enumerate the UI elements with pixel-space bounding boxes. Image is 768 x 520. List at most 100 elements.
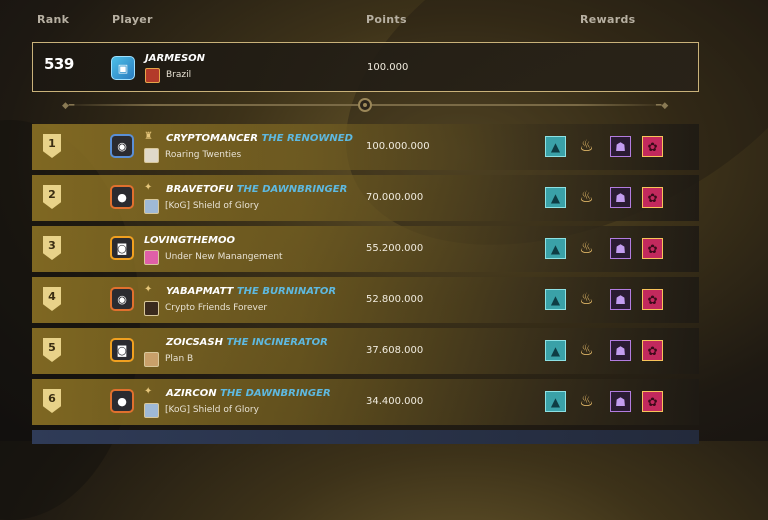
player-name: BRAVETOFU	[166, 184, 234, 195]
player-title: THE BURNINATOR	[236, 286, 337, 297]
chevron-crest-icon[interactable]: ▲	[545, 391, 566, 412]
player-guild: [KoG] Shield of Glory	[165, 201, 259, 211]
guild-emblem-icon	[144, 352, 159, 367]
points-column-header: Points	[366, 13, 407, 26]
leaderboard-row[interactable]: 1 ◉ ♜ CRYPTOMANCER THE RENOWNED Roaring …	[32, 124, 699, 170]
leaderboard-row[interactable]: 6 ● ✦ AZIRCON THE DAWNBRINGER [KoG] Shie…	[32, 379, 699, 425]
chevron-crest-icon[interactable]: ▲	[545, 187, 566, 208]
chevron-crest-icon[interactable]: ▲	[545, 340, 566, 361]
player-name-line: BRAVETOFU THE DAWNBRINGER	[166, 184, 347, 195]
player-name: LOVINGTHEMOO	[144, 235, 235, 246]
chevron-crest-icon[interactable]: ▲	[545, 238, 566, 259]
player-name: AZIRCON	[166, 388, 217, 399]
rank-badge-icon: 5	[43, 338, 61, 362]
rank-badge-icon: 2	[43, 185, 61, 209]
player-name: ZOICSASH	[166, 337, 223, 348]
title-emblem-icon: ✦	[144, 386, 153, 397]
title-emblem-icon	[144, 336, 154, 346]
player-title: THE DAWNBRINGER	[220, 388, 331, 399]
leaderboard-row[interactable]: 3 ◙ LOVINGTHEMOO Under New Manangement 5…	[32, 226, 699, 272]
guild-emblem-icon	[145, 68, 160, 83]
rank-number: 3	[48, 239, 56, 252]
rank-column-header: Rank	[37, 13, 70, 26]
purple-mask-icon[interactable]: ☗	[610, 136, 631, 157]
player-guild: [KoG] Shield of Glory	[165, 405, 259, 415]
title-emblem-icon: ♜	[144, 131, 153, 142]
rank-number: 4	[48, 290, 56, 303]
pink-creature-icon[interactable]: ✿	[642, 340, 663, 361]
rank-badge-icon: 1	[43, 134, 61, 158]
leaderboard-row[interactable]: 5 ◙ ZOICSASH THE INCINERATOR Plan B 37.6…	[32, 328, 699, 374]
purple-mask-icon[interactable]: ☗	[610, 238, 631, 259]
player-name-line: CRYPTOMANCER THE RENOWNED	[166, 133, 353, 144]
purple-mask-icon[interactable]: ☗	[610, 391, 631, 412]
guild-emblem-icon	[144, 148, 159, 163]
rank-number: 6	[48, 392, 56, 405]
player-avatar-icon: ◙	[110, 236, 134, 260]
rank-number: 1	[48, 137, 56, 150]
player-name: YABAPMATT	[166, 286, 234, 297]
player-points: 100.000.000	[366, 141, 430, 152]
player-name-line: AZIRCON THE DAWNBRINGER	[166, 388, 331, 399]
player-name-line: LOVINGTHEMOO	[144, 235, 235, 246]
rank-badge-icon: 6	[43, 389, 61, 413]
player-avatar-icon: ◙	[110, 338, 134, 362]
player-points: 55.200.000	[366, 243, 424, 254]
current-player-rank: 539	[44, 55, 74, 73]
current-player-points: 100.000	[367, 62, 409, 73]
rank-badge-icon: 4	[43, 287, 61, 311]
pink-creature-icon[interactable]: ✿	[642, 289, 663, 310]
flame-horn-icon[interactable]: ♨	[576, 339, 597, 360]
player-title: THE DAWNBRINGER	[236, 184, 348, 195]
player-name: CRYPTOMANCER	[166, 133, 258, 144]
flame-horn-icon[interactable]: ♨	[576, 135, 597, 156]
pink-creature-icon[interactable]: ✿	[642, 238, 663, 259]
guild-emblem-icon	[144, 199, 159, 214]
leaderboard-row[interactable]: 4 ◉ ✦ YABAPMATT THE BURNINATOR Crypto Fr…	[32, 277, 699, 323]
purple-mask-icon[interactable]: ☗	[610, 187, 631, 208]
pink-creature-icon[interactable]: ✿	[642, 391, 663, 412]
rank-badge-icon: 3	[43, 236, 61, 260]
player-avatar-icon: ◉	[110, 134, 134, 158]
rank-number: 2	[48, 188, 56, 201]
player-guild: Crypto Friends Forever	[165, 303, 268, 313]
guild-emblem-icon	[144, 301, 159, 316]
guild-emblem-icon	[144, 250, 159, 265]
leaderboard-row[interactable]: 2 ● ✦ BRAVETOFU THE DAWNBRINGER [KoG] Sh…	[32, 175, 699, 221]
current-player-row[interactable]: 539 ▣ JARMESON Brazil 100.000	[32, 42, 699, 92]
player-column-header: Player	[112, 13, 153, 26]
title-emblem-icon: ✦	[144, 284, 153, 295]
player-guild: Plan B	[165, 354, 194, 364]
current-player-guild: Brazil	[166, 70, 192, 80]
player-points: 52.800.000	[366, 294, 424, 305]
flame-horn-icon[interactable]: ♨	[576, 237, 597, 258]
flame-horn-icon[interactable]: ♨	[576, 288, 597, 309]
title-emblem-icon: ✦	[144, 182, 153, 193]
pink-creature-icon[interactable]: ✿	[642, 187, 663, 208]
player-avatar-icon: ●	[110, 185, 134, 209]
rank-number: 5	[48, 341, 56, 354]
chevron-crest-icon[interactable]: ▲	[545, 289, 566, 310]
pink-creature-icon[interactable]: ✿	[642, 136, 663, 157]
player-points: 34.400.000	[366, 396, 424, 407]
flame-horn-icon[interactable]: ♨	[576, 390, 597, 411]
player-avatar-icon: ◉	[110, 287, 134, 311]
player-points: 37.608.000	[366, 345, 424, 356]
purple-mask-icon[interactable]: ☗	[610, 289, 631, 310]
cube-avatar-icon: ▣	[111, 56, 135, 80]
player-name-line: YABAPMATT THE BURNINATOR	[166, 286, 336, 297]
leaderboard-row-partial[interactable]	[32, 430, 699, 444]
flame-horn-icon[interactable]: ♨	[576, 186, 597, 207]
player-name-line: ZOICSASH THE INCINERATOR	[166, 337, 328, 348]
player-avatar-icon: ●	[110, 389, 134, 413]
player-guild: Under New Manangement	[165, 252, 283, 262]
current-player-name: JARMESON	[145, 53, 206, 64]
player-points: 70.000.000	[366, 192, 424, 203]
divider-right-ornament: ━◆	[656, 101, 669, 111]
purple-mask-icon[interactable]: ☗	[610, 340, 631, 361]
player-title: THE RENOWNED	[261, 133, 353, 144]
chevron-crest-icon[interactable]: ▲	[545, 136, 566, 157]
player-title: THE INCINERATOR	[226, 337, 328, 348]
rewards-column-header: Rewards	[580, 13, 636, 26]
divider-knob-icon	[358, 98, 372, 112]
